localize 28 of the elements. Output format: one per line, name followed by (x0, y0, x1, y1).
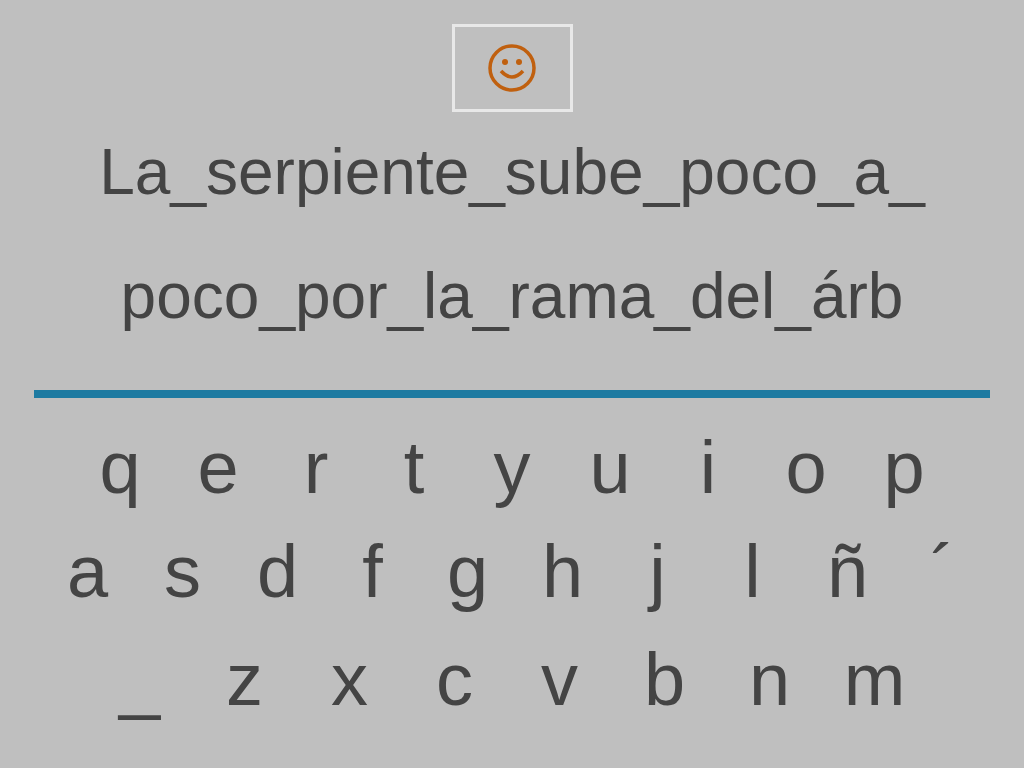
letter-key[interactable]: c (402, 628, 507, 732)
letter-key[interactable]: b (612, 628, 717, 732)
letter-key[interactable]: d (230, 520, 325, 624)
letter-key[interactable]: e (169, 416, 267, 520)
letter-key[interactable]: a (40, 520, 135, 624)
letter-key[interactable]: j (610, 520, 705, 624)
letter-key[interactable]: u (561, 416, 659, 520)
letter-key[interactable]: ´ (895, 520, 990, 624)
letter-key[interactable]: l (705, 520, 800, 624)
letter-key[interactable]: t (365, 416, 463, 520)
letter-key[interactable]: s (135, 520, 230, 624)
letter-key[interactable]: z (192, 628, 297, 732)
letter-key[interactable]: n (717, 628, 822, 732)
letter-key[interactable]: q (71, 416, 169, 520)
letter-key[interactable]: o (757, 416, 855, 520)
letter-key[interactable]: i (659, 416, 757, 520)
letter-key[interactable]: y (463, 416, 561, 520)
letter-key[interactable]: ñ (800, 520, 895, 624)
letter-key[interactable]: f (325, 520, 420, 624)
letter-key[interactable]: r (267, 416, 365, 520)
letter-key[interactable]: g (420, 520, 515, 624)
letter-key[interactable]: h (515, 520, 610, 624)
letter-key[interactable]: m (822, 628, 927, 732)
letter-key[interactable]: p (855, 416, 953, 520)
letter-key[interactable]: _ (87, 628, 192, 732)
letter-key[interactable]: x (297, 628, 402, 732)
smiley-icon (487, 43, 537, 93)
letter-key[interactable]: v (507, 628, 612, 732)
